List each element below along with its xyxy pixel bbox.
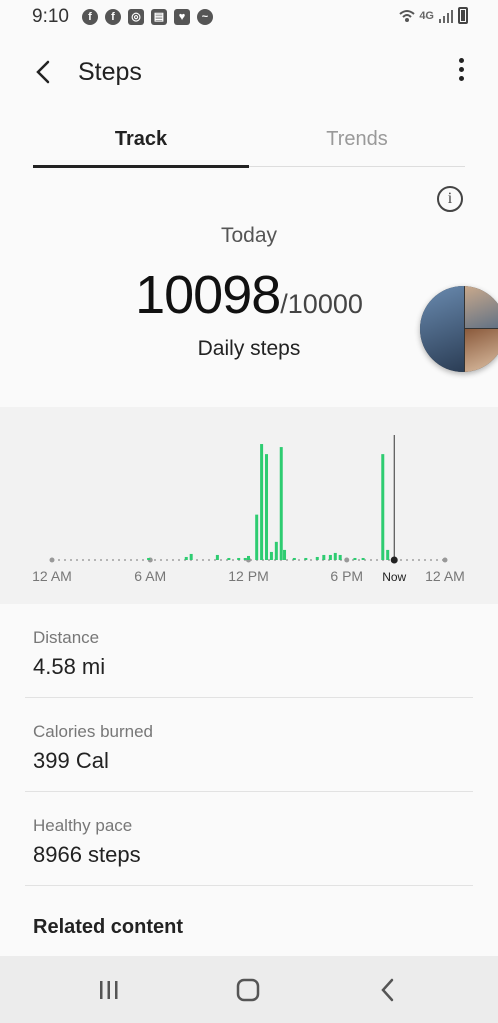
- chart-bar: [338, 554, 342, 560]
- tab-bar: Track Trends: [33, 122, 465, 168]
- chart-bar: [283, 549, 287, 560]
- chart-bar: [184, 556, 188, 560]
- facebook-icon: f: [105, 9, 121, 25]
- status-bar: 9:10 f f ◎ ▤ ♥ ~ 4G: [0, 0, 498, 34]
- chart-tick-label: 12 AM: [32, 568, 72, 584]
- chart-bar: [189, 553, 193, 560]
- divider: [25, 791, 473, 792]
- stat-calories: Calories burned 399 Cal: [33, 722, 473, 774]
- chart-bar: [147, 557, 151, 560]
- chart-tick-label: 6 PM: [330, 568, 363, 584]
- system-nav-bar: [0, 956, 498, 1023]
- chart-now-dot: [390, 556, 398, 564]
- steps-goal: /10000: [280, 289, 363, 319]
- stat-value: 8966 steps: [33, 842, 141, 867]
- network-label: 4G: [419, 9, 434, 22]
- steps-chart-svg: 12 AM 6 AM 12 PM 6 PM Now 12 AM: [32, 435, 465, 584]
- stat-value: 4.58 mi: [33, 654, 106, 679]
- page-title: Steps: [78, 58, 142, 86]
- chart-bar: [333, 552, 337, 560]
- home-icon[interactable]: [228, 970, 268, 1010]
- tab-trends[interactable]: Trends: [249, 122, 465, 166]
- app-bar: Steps: [0, 48, 498, 100]
- chart-bar: [274, 541, 278, 560]
- status-time: 9:10: [32, 6, 69, 27]
- chart-bar: [255, 514, 259, 560]
- chart-tick-dot: [442, 557, 448, 563]
- more-options-icon[interactable]: [454, 58, 468, 88]
- steps-value: 10098: [135, 265, 281, 325]
- chart-tick-label: Now: [382, 570, 406, 584]
- back-icon[interactable]: [368, 970, 408, 1010]
- wifi-icon: [399, 9, 415, 22]
- pocket-icon: ♥: [174, 9, 190, 25]
- chart-bar: [260, 444, 264, 560]
- stat-label: Distance: [33, 628, 100, 647]
- chart-bar: [243, 557, 247, 560]
- chart-tick-dot: [49, 557, 55, 563]
- status-indicators: 4G: [399, 7, 468, 24]
- chart-bar: [292, 557, 296, 560]
- chart-bar: [386, 549, 390, 560]
- battery-icon: [458, 7, 468, 24]
- chart-tick-label: 6 AM: [134, 568, 166, 584]
- info-icon[interactable]: i: [437, 186, 463, 212]
- messenger-icon: ~: [197, 9, 213, 25]
- chat-head-avatar[interactable]: [420, 286, 498, 372]
- chart-bar: [353, 557, 357, 560]
- chart-bar: [227, 557, 231, 560]
- back-arrow-icon[interactable]: [26, 54, 62, 90]
- notification-icons: f f ◎ ▤ ♥ ~: [82, 9, 213, 25]
- related-content-heading: Related content: [33, 916, 184, 938]
- chart-bar: [328, 554, 332, 560]
- instagram-icon: ◎: [128, 9, 144, 25]
- chart-bar: [247, 555, 250, 560]
- chart-bar: [237, 557, 241, 560]
- signal-icon: [439, 9, 453, 23]
- folder-icon: ▤: [151, 9, 167, 25]
- stat-healthy-pace: Healthy pace 8966 steps: [33, 816, 473, 868]
- chart-bar: [279, 447, 283, 560]
- stat-distance: Distance 4.58 mi: [33, 628, 473, 680]
- chart-bar: [361, 557, 365, 560]
- steps-chart: 12 AM 6 AM 12 PM 6 PM Now 12 AM: [0, 407, 498, 604]
- chart-bar: [304, 557, 308, 560]
- chart-tick-label: 12 AM: [425, 568, 465, 584]
- tab-track[interactable]: Track: [33, 122, 249, 168]
- chart-bar: [269, 551, 273, 560]
- chart-bar: [322, 554, 326, 560]
- stat-value: 399 Cal: [33, 748, 109, 773]
- chart-bar: [215, 554, 219, 560]
- chart-bar: [381, 454, 385, 560]
- period-label: Today: [220, 224, 278, 247]
- stat-label: Healthy pace: [33, 816, 133, 835]
- chart-tick-dot: [344, 557, 350, 563]
- facebook-icon: f: [82, 9, 98, 25]
- divider: [25, 697, 473, 698]
- chart-tick-label: 12 PM: [228, 568, 268, 584]
- stat-label: Calories burned: [33, 722, 154, 741]
- divider: [25, 885, 473, 886]
- recent-apps-icon[interactable]: [89, 970, 129, 1010]
- chart-bar: [315, 556, 319, 560]
- chart-bar: [265, 454, 269, 560]
